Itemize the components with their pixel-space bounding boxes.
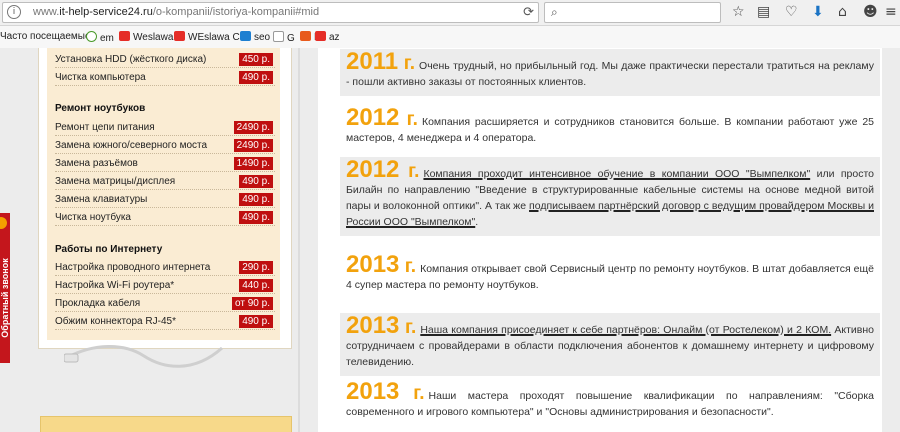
x-favicon-icon — [240, 31, 251, 41]
page-viewport: Обратный звонок Установка HDD (жёсткого … — [0, 48, 900, 432]
bookmark-seo[interactable]: seo — [240, 31, 270, 43]
smiley-icon[interactable]: ☻ — [863, 4, 878, 20]
price-badge: 490 р. — [239, 211, 273, 224]
price-badge: 490 р. — [239, 193, 273, 206]
column-separator — [298, 48, 300, 432]
price-row[interactable]: Прокладка кабеля от 90 р. — [55, 296, 275, 312]
year-label: 2013 — [346, 251, 400, 278]
promo-banner[interactable] — [40, 416, 292, 432]
reader-list-icon[interactable]: ▤ — [757, 4, 770, 20]
bookmark-weslawa-c[interactable]: WEslawa C — [174, 31, 240, 43]
youtube-icon — [119, 31, 130, 41]
section-heading-internet: Работы по Интернету — [55, 244, 163, 255]
history-content: 2011 г. Очень трудный, но прибыльный год.… — [318, 48, 882, 432]
year-label: 2013 — [346, 312, 400, 339]
bookmark-az[interactable]: az — [315, 31, 340, 43]
history-entry: 2013 г. Наша компания присоединяет к себе… — [340, 313, 880, 376]
bookmark-weslawa[interactable]: Weslawa — [119, 31, 173, 43]
callback-label: Обратный звонок — [0, 258, 10, 338]
entry-text: Компания расширяется и сотрудников стано… — [346, 116, 875, 144]
entry-text: . — [475, 216, 479, 228]
bookmark-most-visited[interactable]: Часто посещаемые — [0, 31, 91, 42]
address-bar[interactable]: i www.it-help-service24.ru/o-kompanii/is… — [2, 2, 539, 23]
price-row[interactable]: Обжим коннектора RJ-45* 490 р. — [55, 314, 275, 330]
price-row[interactable]: Замена клавиатуры 490 р. — [55, 192, 275, 208]
reload-icon[interactable]: ⟳ — [523, 4, 534, 20]
price-row[interactable]: Замена южного/северного моста 2490 р. — [55, 138, 275, 154]
phone-icon — [0, 217, 7, 229]
youtube-icon — [174, 31, 185, 41]
k-favicon-icon — [300, 31, 311, 41]
search-icon: ⌕ — [551, 5, 558, 19]
year-label: 2012 — [346, 156, 400, 183]
year-suffix: г. — [399, 317, 417, 338]
year-suffix: г. — [399, 161, 420, 182]
callback-tab[interactable]: Обратный звонок — [0, 213, 10, 363]
info-icon[interactable]: i — [7, 5, 21, 19]
history-entry: 2013 г. Наши мастера проходят повышение к… — [340, 379, 880, 426]
price-badge: 2490 р. — [233, 139, 273, 152]
price-badge: 2490 р. — [233, 121, 273, 134]
section-heading-laptops: Ремонт ноутбуков — [55, 103, 146, 114]
google-icon — [273, 31, 284, 42]
history-entry: 2013 г. Компания открывает свой Сервисный… — [340, 252, 880, 299]
year-suffix: г. — [399, 383, 425, 404]
price-badge: 440 р. — [239, 279, 273, 292]
price-row[interactable]: Замена матрицы/дисплея 490 р. — [55, 174, 275, 190]
yandex-icon — [315, 31, 326, 41]
bookmark-google[interactable]: G — [273, 31, 295, 44]
history-entry: 2012 г. Компания расширяется и сотруднико… — [340, 105, 880, 152]
year-suffix: г. — [399, 256, 417, 277]
bookmark-em[interactable]: em — [86, 31, 114, 44]
home-icon[interactable]: ⌂ — [838, 4, 847, 20]
bookmark-star-icon[interactable]: ☆ — [732, 4, 745, 20]
price-row[interactable]: Установка HDD (жёсткого диска) 450 р. — [55, 52, 275, 68]
year-label: 2011 — [346, 48, 399, 75]
sidebar: Установка HDD (жёсткого диска) 450 р. Чис… — [38, 48, 292, 349]
highlighted-text: Наша компания присоединяет к себе партнё… — [420, 324, 832, 336]
history-entry: 2011 г. Очень трудный, но прибыльный год.… — [340, 49, 880, 96]
bookmarks-bar: Часто посещаемые em Weslawa WEslawa C se… — [0, 26, 900, 49]
search-input[interactable]: ⌕ — [544, 2, 721, 23]
url-text[interactable]: www.it-help-service24.ru/o-kompanii/isto… — [33, 6, 319, 18]
price-badge: 290 р. — [239, 261, 273, 274]
em-favicon-icon — [86, 31, 97, 42]
cable-decoration-icon — [64, 345, 223, 368]
entry-text: Компания открывает свой Сервисный центр … — [346, 263, 874, 291]
history-entry: 2012 г. Компания проходит интенсивное обу… — [340, 157, 880, 236]
year-label: 2013 — [346, 378, 400, 405]
price-badge: 450 р. — [239, 53, 273, 66]
price-badge: от 90 р. — [232, 297, 273, 310]
price-badge: 490 р. — [239, 175, 273, 188]
price-row[interactable]: Ремонт цепи питания 2490 р. — [55, 120, 275, 136]
price-badge: 490 р. — [239, 315, 273, 328]
price-list: Установка HDD (жёсткого диска) 450 р. Чис… — [47, 48, 280, 340]
entry-text: Очень трудный, но прибыльный год. Мы даж… — [346, 60, 874, 88]
browser-toolbar: i www.it-help-service24.ru/o-kompanii/is… — [0, 0, 900, 26]
price-row[interactable]: Чистка компьютера 490 р. — [55, 70, 275, 86]
entry-text: Наши мастера проходят повышение квалифик… — [346, 390, 874, 418]
year-suffix: г. — [398, 53, 416, 74]
year-label: 2012 — [346, 104, 400, 131]
price-badge: 1490 р. — [233, 157, 273, 170]
pocket-icon[interactable]: ♡ — [785, 4, 798, 20]
price-row[interactable]: Настройка Wi-Fi роутера* 440 р. — [55, 278, 275, 294]
price-row[interactable]: Чистка ноутбука 490 р. — [55, 210, 275, 226]
menu-icon[interactable]: ≡ — [885, 4, 897, 20]
price-row[interactable]: Замена разъёмов 1490 р. — [55, 156, 275, 172]
price-row[interactable]: Настройка проводного интернета 290 р. — [55, 260, 275, 276]
highlighted-text: Компания проходит интенсивное обучение в… — [423, 168, 811, 180]
download-icon[interactable]: ⬇ — [812, 4, 824, 20]
price-badge: 490 р. — [239, 71, 273, 84]
year-suffix: г. — [399, 109, 418, 130]
